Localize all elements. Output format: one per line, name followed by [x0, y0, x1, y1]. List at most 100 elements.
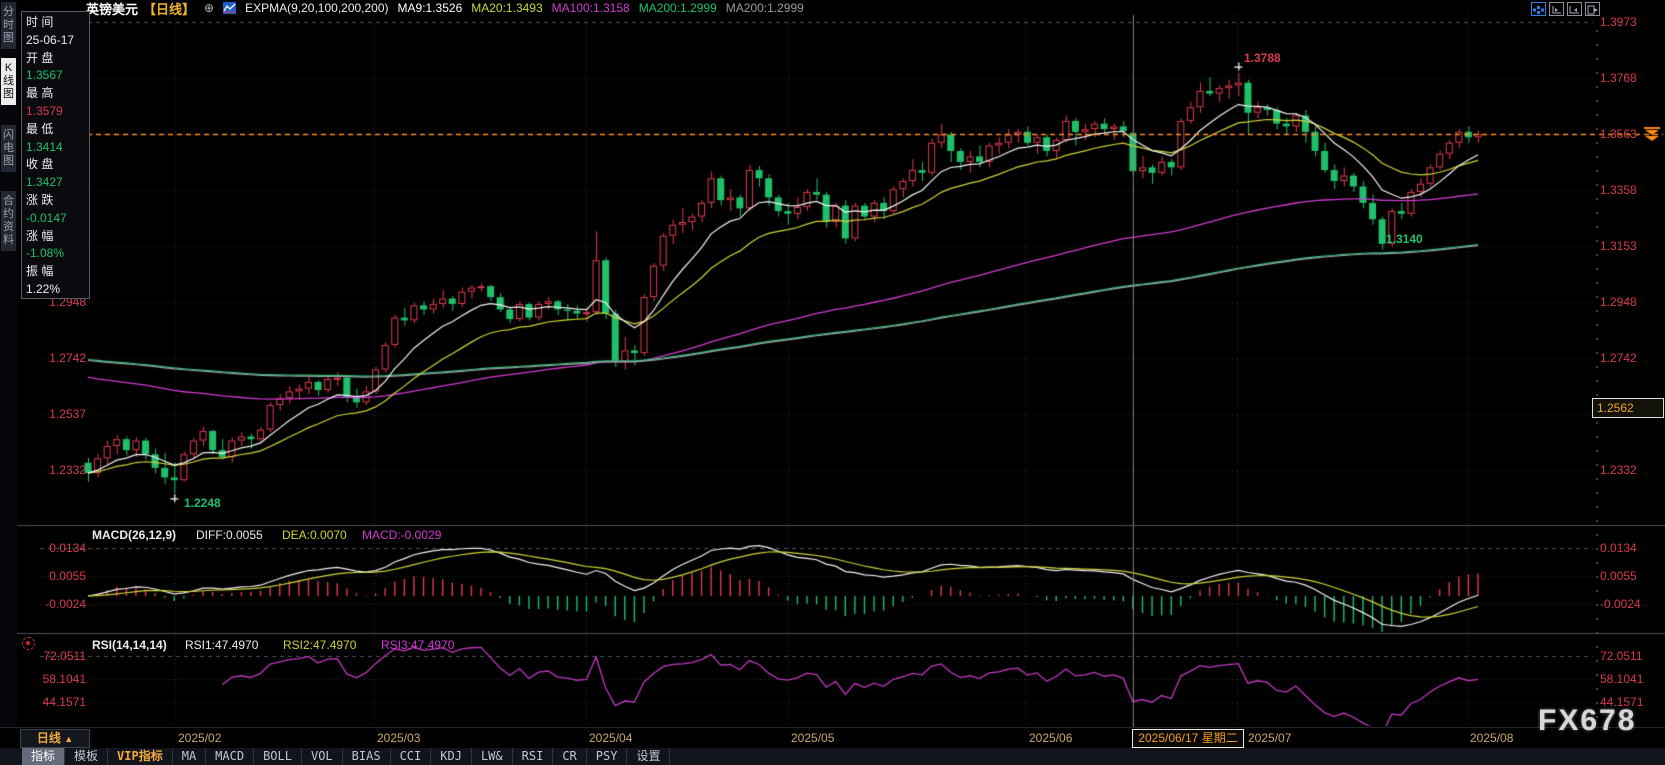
toolbar-spacer — [0, 748, 22, 765]
crosshair-date-label: 2025/06/17 星期二 — [1132, 729, 1244, 748]
tooltip-open-value: 1.3567 — [26, 67, 89, 85]
macd-axis-right-label: 0.0134 — [1600, 541, 1637, 555]
chart-app-window: 分时图 K线图 闪电图 合约资料 英镑美元 【日线】 ⊕ EXPMA(9,20,… — [0, 0, 1665, 765]
crosshair-price-label: 1.2562 — [1592, 398, 1664, 418]
toolbar-item-bias[interactable]: BIAS — [343, 748, 391, 765]
axis-pan-tool-icon[interactable] — [1585, 2, 1600, 16]
period-selector-button[interactable]: 日线 ▲ — [20, 729, 90, 748]
tooltip-label: 最 高 — [26, 85, 89, 103]
indicator-settings-icon[interactable] — [22, 637, 35, 650]
sidebar-tab-kline-chart[interactable]: K线图 — [1, 58, 16, 105]
tooltip-close-value: 1.3427 — [26, 174, 89, 192]
price-axis-right-label: 1.2332 — [1600, 463, 1637, 477]
axis-zoom-left-tool-icon[interactable] — [1549, 2, 1564, 16]
macd-axis-right-label: -0.0024 — [1600, 597, 1641, 611]
tooltip-high-value: 1.3579 — [26, 103, 89, 121]
tooltip-label: 振 幅 — [26, 263, 89, 281]
crosshair-grid-tool-icon[interactable] — [1531, 2, 1546, 16]
rsi-axis-left-label: 72.0511 — [28, 649, 86, 663]
tooltip-change-pct-value: -1.08% — [26, 245, 89, 263]
toolbar-item-ma[interactable]: MA — [173, 748, 206, 765]
macd-axis-left-label: 0.0134 — [28, 541, 86, 555]
ma100-value: MA100:1.3158 — [552, 1, 630, 15]
toolbar-item-settings[interactable]: 设置 — [627, 748, 670, 765]
rsi-axis-left-label: 58.1041 — [28, 672, 86, 686]
sidebar-tab-time-chart[interactable]: 分时图 — [1, 2, 16, 49]
rsi1-value: RSI1:47.4970 — [185, 638, 258, 652]
ma20-value: MA20:1.3493 — [471, 1, 542, 15]
price-axis-left-label: 1.2332 — [28, 463, 86, 477]
expma-params-label: EXPMA(9,20,100,200,200) — [245, 1, 388, 15]
tooltip-label: 涨 跌 — [26, 192, 89, 210]
tooltip-time-value: 25-06-17 — [26, 32, 89, 50]
rsi-axis-right-label: 58.1041 — [1600, 672, 1643, 686]
toolbar-item-rsi[interactable]: RSI — [513, 748, 554, 765]
toolbar-item-vol[interactable]: VOL — [302, 748, 343, 765]
triangle-up-icon: ▲ — [64, 734, 73, 744]
rsi-indicator-label[interactable]: RSI(14,14,14) — [92, 638, 167, 652]
date-axis-row: 日线 ▲ 2025/02 2025/03 2025/04 2025/05 202… — [0, 727, 1665, 749]
date-axis-label: 2025/04 — [589, 731, 632, 745]
rsi-axis-left-label: 44.1571 — [28, 695, 86, 709]
macd-value: MACD:-0.0029 — [362, 528, 441, 542]
date-axis-label: 2025/05 — [791, 731, 834, 745]
date-axis-label: 2025/03 — [377, 731, 420, 745]
sidebar-tab-lightning-chart[interactable]: 闪电图 — [1, 125, 16, 172]
toolbar-item-templates[interactable]: 模板 — [65, 748, 108, 765]
toolbar-item-vip-indicators[interactable]: VIP指标 — [108, 748, 173, 765]
tooltip-label: 开 盘 — [26, 50, 89, 68]
tooltip-label: 最 低 — [26, 121, 89, 139]
ma200b-value: MA200:1.2999 — [726, 1, 804, 15]
price-axis-right-label: 1.3768 — [1600, 71, 1637, 85]
fx678-watermark: FX678 — [1538, 704, 1636, 738]
rsi3-value: RSI3:47.4970 — [381, 638, 454, 652]
price-axis-right-label: 1.3563 — [1600, 127, 1637, 141]
tooltip-low-value: 1.3414 — [26, 139, 89, 157]
period-tag[interactable]: 【日线】 — [143, 0, 195, 18]
chart-tool-icons — [1531, 2, 1600, 16]
tooltip-label: 涨 幅 — [26, 228, 89, 246]
tooltip-label: 收 盘 — [26, 156, 89, 174]
ma9-value: MA9:1.3526 — [398, 1, 463, 15]
price-axis-right-label: 1.3973 — [1600, 15, 1637, 29]
axis-zoom-right-tool-icon[interactable] — [1567, 2, 1582, 16]
macd-axis-right-label: 0.0055 — [1600, 569, 1637, 583]
toolbar-item-lw[interactable]: LW& — [472, 748, 513, 765]
sidebar-tab-contract-info[interactable]: 合约资料 — [1, 191, 16, 251]
tooltip-change-value: -0.0147 — [26, 210, 89, 228]
low-price-annotation: 1.2248 — [184, 496, 221, 510]
toolbar-item-boll[interactable]: BOLL — [254, 748, 302, 765]
price-axis-right-label: 1.3153 — [1600, 239, 1637, 253]
toolbar-item-macd[interactable]: MACD — [206, 748, 254, 765]
indicator-toolbar: 指标 模板 VIP指标 MA MACD BOLL VOL BIAS CCI KD… — [0, 748, 1665, 765]
toolbar-item-kdj[interactable]: KDJ — [431, 748, 472, 765]
period-selector-label: 日线 — [37, 731, 61, 745]
tooltip-amplitude-value: 1.22% — [26, 281, 89, 299]
macd-axis-left-label: -0.0024 — [28, 597, 86, 611]
macd-diff-value: DIFF:0.0055 — [196, 528, 263, 542]
macd-indicator-label[interactable]: MACD(26,12,9) — [92, 528, 176, 542]
chart-header: 英镑美元 【日线】 ⊕ EXPMA(9,20,100,200,200) MA9:… — [86, 0, 804, 16]
ma200-value: MA200:1.2999 — [639, 1, 717, 15]
toolbar-item-cr[interactable]: CR — [553, 748, 586, 765]
macd-axis-left-label: 0.0055 — [28, 569, 86, 583]
date-axis-label: 2025/06 — [1029, 731, 1072, 745]
left-sidebar: 分时图 K线图 闪电图 合约资料 — [0, 0, 17, 765]
price-axis-right-label: 1.2742 — [1600, 351, 1637, 365]
symbol-name: 英镑美元 — [86, 0, 138, 18]
rsi-axis-right-label: 72.0511 — [1600, 649, 1643, 663]
price-axis-left-label: 1.2537 — [28, 407, 86, 421]
price-axis-right-label: 1.3358 — [1600, 183, 1637, 197]
date-axis-label: 2025/07 — [1248, 731, 1291, 745]
tooltip-label: 时 间 — [26, 14, 89, 32]
recent-low-annotation: 1.3140 — [1386, 232, 1423, 246]
date-axis-label: 2025/08 — [1470, 731, 1513, 745]
toolbar-item-psy[interactable]: PSY — [587, 748, 628, 765]
macd-dea-value: DEA:0.0070 — [282, 528, 347, 542]
price-axis-right-label: 1.2948 — [1600, 295, 1637, 309]
toolbar-item-cci[interactable]: CCI — [391, 748, 432, 765]
circle-plus-icon[interactable]: ⊕ — [204, 1, 214, 15]
toolbar-item-indicators[interactable]: 指标 — [22, 748, 65, 765]
ohlc-data-window: 时 间 25-06-17 开 盘 1.3567 最 高 1.3579 最 低 1… — [21, 11, 90, 299]
expma-chart-icon — [223, 2, 236, 14]
